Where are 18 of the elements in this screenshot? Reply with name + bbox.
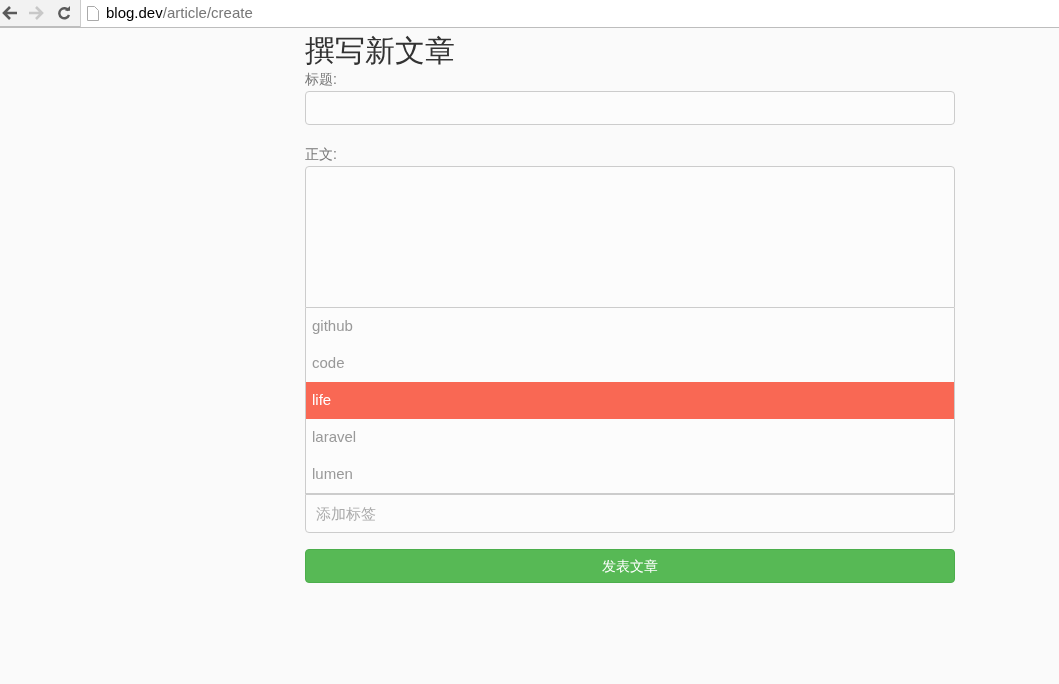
body-label: 正文: bbox=[305, 145, 337, 163]
tag-option[interactable]: code bbox=[306, 345, 954, 382]
tag-option[interactable]: lumen bbox=[306, 456, 954, 493]
tag-option[interactable]: laravel bbox=[306, 419, 954, 456]
tag-input[interactable]: 添加标签 bbox=[305, 494, 955, 533]
body-textarea[interactable] bbox=[305, 166, 955, 308]
arrow-right-icon bbox=[28, 6, 44, 20]
reload-icon bbox=[57, 6, 71, 20]
page-heading: 撰写新文章 bbox=[305, 33, 455, 69]
page-icon bbox=[87, 5, 99, 21]
address-bar[interactable]: blog.dev/article/create bbox=[80, 0, 1059, 27]
tag-option[interactable]: life bbox=[306, 382, 954, 419]
url-text: blog.dev/article/create bbox=[106, 2, 253, 23]
tag-option[interactable]: github bbox=[306, 308, 954, 345]
title-input[interactable] bbox=[305, 91, 955, 125]
arrow-left-icon bbox=[2, 6, 18, 20]
publish-button[interactable]: 发表文章 bbox=[305, 549, 955, 583]
title-label: 标题: bbox=[305, 70, 337, 88]
